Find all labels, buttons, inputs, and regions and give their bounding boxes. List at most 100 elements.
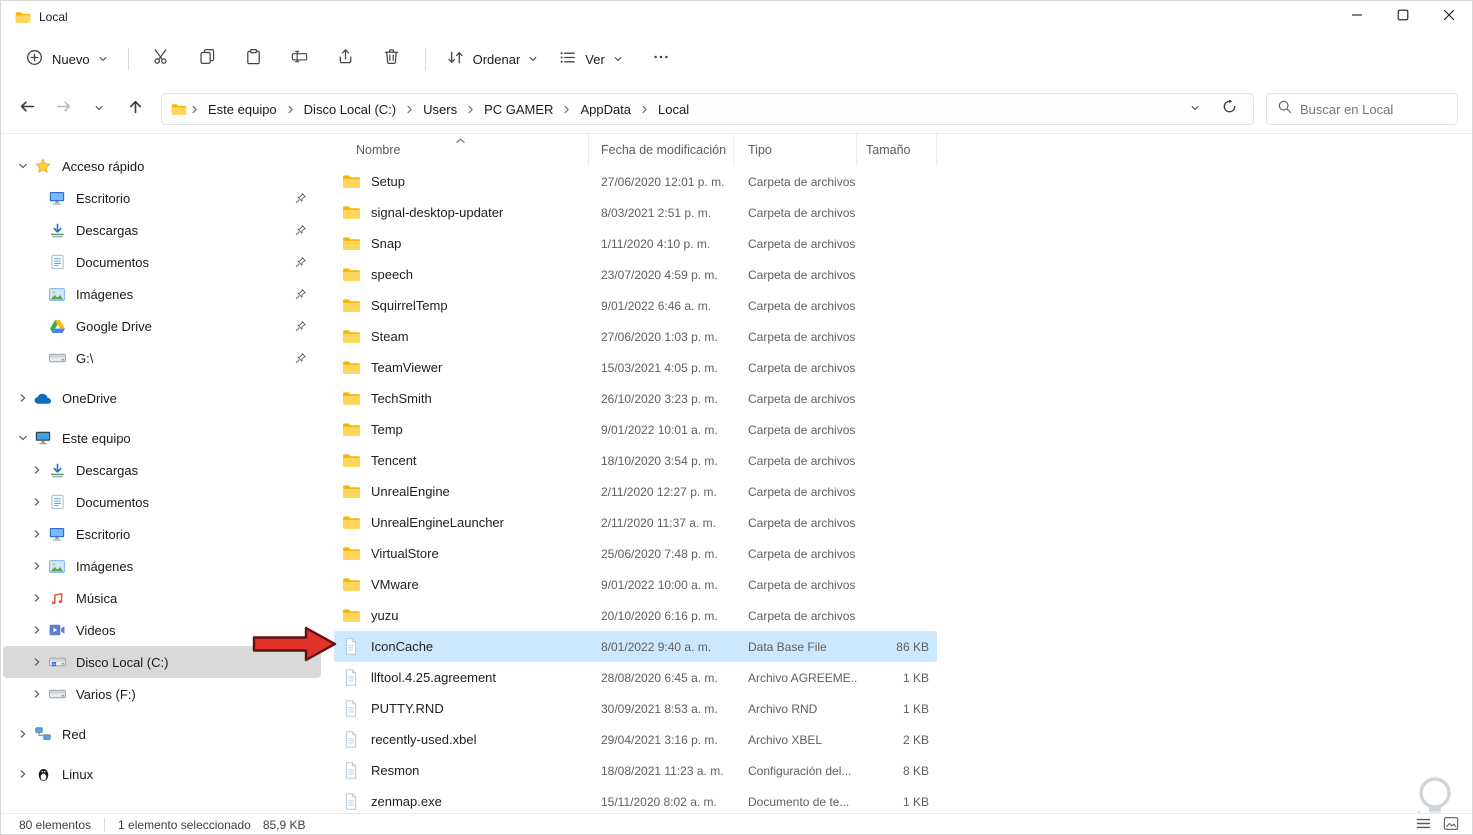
breadcrumb-segment[interactable]: Users [416,98,464,121]
file-row-tencent[interactable]: Tencent 18/10/2020 3:54 p. m. Carpeta de a… [334,445,937,476]
file-row-recently-used-xbel[interactable]: recently-used.xbel 29/04/2021 3:16 p. m. A… [334,724,937,755]
address-bar[interactable]: Este equipo Disco Local (C:) Users PC GA… [161,93,1254,125]
chevron-right-icon[interactable] [29,622,45,638]
chevron-right-icon[interactable] [29,590,45,606]
file-row-speech[interactable]: speech 23/07/2020 4:59 p. m. Carpeta de ar… [334,259,937,290]
new-button[interactable]: Nuevo [15,41,118,77]
column-header-tipo[interactable]: Tipo [734,134,857,166]
sidebar: Acceso rápido Escritorio Descargas Document… [1,134,323,813]
close-button[interactable] [1426,1,1472,33]
sidebar-item-descargas[interactable]: Descargas [3,454,321,486]
file-name: PUTTY.RND [371,701,444,716]
chevron-right-icon[interactable] [15,390,31,406]
cut-button[interactable] [140,41,184,77]
file-row-snap[interactable]: Snap 1/11/2020 4:10 p. m. Carpeta de archi… [334,228,937,259]
selection-count: 1 elemento seleccionado [118,818,251,832]
icons-view-button[interactable] [1440,816,1462,834]
sidebar-item-red[interactable]: Red [3,718,321,750]
file-row-putty-rnd[interactable]: PUTTY.RND 30/09/2021 8:53 a. m. Archivo RN… [334,693,937,724]
file-row-techsmith[interactable]: TechSmith 26/10/2020 3:23 p. m. Carpeta de… [334,383,937,414]
sidebar-item-onedrive[interactable]: OneDrive [3,382,321,414]
details-view-button[interactable] [1412,816,1434,834]
sidebar-item-musica[interactable]: Música [3,582,321,614]
sidebar-item-escritorio[interactable]: Escritorio [3,182,321,214]
history-dropdown-button[interactable] [82,92,116,126]
sidebar-item-videos[interactable]: Videos [3,614,321,646]
file-row-teamviewer[interactable]: TeamViewer 15/03/2021 4:05 p. m. Carpeta d… [334,352,937,383]
minimize-button[interactable] [1334,1,1380,33]
chevron-right-icon[interactable] [15,726,31,742]
breadcrumb-segment[interactable]: Local [651,98,696,121]
sidebar-item-documentos[interactable]: Documentos [3,486,321,518]
sidebar-item-este-equipo[interactable]: Este equipo [3,422,321,454]
chevron-down-icon[interactable] [15,430,31,446]
address-dropdown-button[interactable] [1183,97,1207,121]
breadcrumb-segment[interactable]: Este equipo [201,98,284,121]
forward-button[interactable] [46,92,80,126]
sidebar-item-imagenes[interactable]: Imágenes [3,550,321,582]
chevron-right-icon[interactable] [29,558,45,574]
file-row-yuzu[interactable]: yuzu 20/10/2020 6:16 p. m. Carpeta de arch… [334,600,937,631]
column-header-fecha[interactable]: Fecha de modificación [589,134,734,166]
more-options-button[interactable] [643,41,679,77]
file-icon [341,638,361,656]
column-header-nombre[interactable]: Nombre [334,134,589,166]
back-button[interactable] [10,92,44,126]
maximize-button[interactable] [1380,1,1426,33]
rename-button[interactable] [278,41,322,77]
file-row-iconcache[interactable]: IconCache 8/01/2022 9:40 a. m. Data Base F… [334,631,937,662]
file-name-cell: Resmon [334,755,589,786]
chevron-right-icon[interactable] [29,494,45,510]
file-row-resmon[interactable]: Resmon 18/08/2021 11:23 a. m. Configuració… [334,755,937,786]
file-name-cell: VMware [334,569,589,600]
copy-button[interactable] [186,41,230,77]
file-row-temp[interactable]: Temp 9/01/2022 10:01 a. m. Carpeta de arch… [334,414,937,445]
file-size [857,507,937,538]
sidebar-item-linux[interactable]: Linux [3,758,321,790]
chevron-right-icon[interactable] [15,766,31,782]
sidebar-item-escritorio[interactable]: Escritorio [3,518,321,550]
sidebar-item-documentos[interactable]: Documentos [3,246,321,278]
sidebar-item-google-drive[interactable]: Google Drive [3,310,321,342]
file-row-llftool-4-25-agreement[interactable]: llftool.4.25.agreement 28/08/2020 6:45 a.… [334,662,937,693]
file-row-vmware[interactable]: VMware 9/01/2022 10:00 a. m. Carpeta de ar… [334,569,937,600]
up-button[interactable] [118,92,152,126]
refresh-button[interactable] [1217,97,1241,121]
gdrive-icon [47,317,67,335]
file-row-zenmap-exe[interactable]: zenmap.exe 15/11/2020 8:02 a. m. Documento… [334,786,937,813]
music-icon [47,589,67,607]
chevron-right-icon[interactable] [29,526,45,542]
sidebar-item-label: G:\ [76,350,94,366]
chevron-right-icon[interactable] [29,462,45,478]
file-row-unrealengine[interactable]: UnrealEngine 2/11/2020 12:27 p. m. Carpeta… [334,476,937,507]
file-row-squirreltemp[interactable]: SquirrelTemp 9/01/2022 6:46 a. m. Carpeta … [334,290,937,321]
breadcrumb-segment[interactable]: PC GAMER [477,98,560,121]
sidebar-item-varios-f[interactable]: Varios (F:) [3,678,321,710]
file-row-unrealenginelauncher[interactable]: UnrealEngineLauncher 2/11/2020 11:37 a. m… [334,507,937,538]
sidebar-item-label: Google Drive [76,318,152,334]
file-row-signal-desktop-updater[interactable]: signal-desktop-updater 8/03/2021 2:51 p. … [334,197,937,228]
breadcrumb-segment[interactable]: AppData [573,98,638,121]
file-row-virtualstore[interactable]: VirtualStore 25/06/2020 7:48 p. m. Carpeta… [334,538,937,569]
share-button[interactable] [324,41,368,77]
delete-button[interactable] [370,41,414,77]
sidebar-item-acceso-rapido[interactable]: Acceso rápido [3,150,321,182]
chevron-right-icon[interactable] [29,654,45,670]
file-type: Data Base File [748,639,827,654]
paste-button[interactable] [232,41,276,77]
sidebar-item-descargas[interactable]: Descargas [3,214,321,246]
sidebar-item-imagenes[interactable]: Imágenes [3,278,321,310]
column-header-tamano[interactable]: Tamaño [857,134,937,166]
search-icon [1277,99,1292,119]
search-input[interactable] [1300,101,1447,117]
chevron-right-icon[interactable] [29,686,45,702]
sidebar-item-g[interactable]: G:\ [3,342,321,374]
breadcrumb-segment[interactable]: Disco Local (C:) [297,98,403,121]
file-row-steam[interactable]: Steam 27/06/2020 1:03 p. m. Carpeta de arc… [334,321,937,352]
file-row-setup[interactable]: Setup 27/06/2020 12:01 p. m. Carpeta de ar… [334,166,937,197]
file-date: 23/07/2020 4:59 p. m. [601,267,718,282]
sort-button[interactable]: Ordenar [436,41,549,77]
view-button[interactable]: Ver [548,41,633,77]
chevron-down-icon[interactable] [15,158,31,174]
sidebar-item-disco-local-c[interactable]: Disco Local (C:) [3,646,321,678]
